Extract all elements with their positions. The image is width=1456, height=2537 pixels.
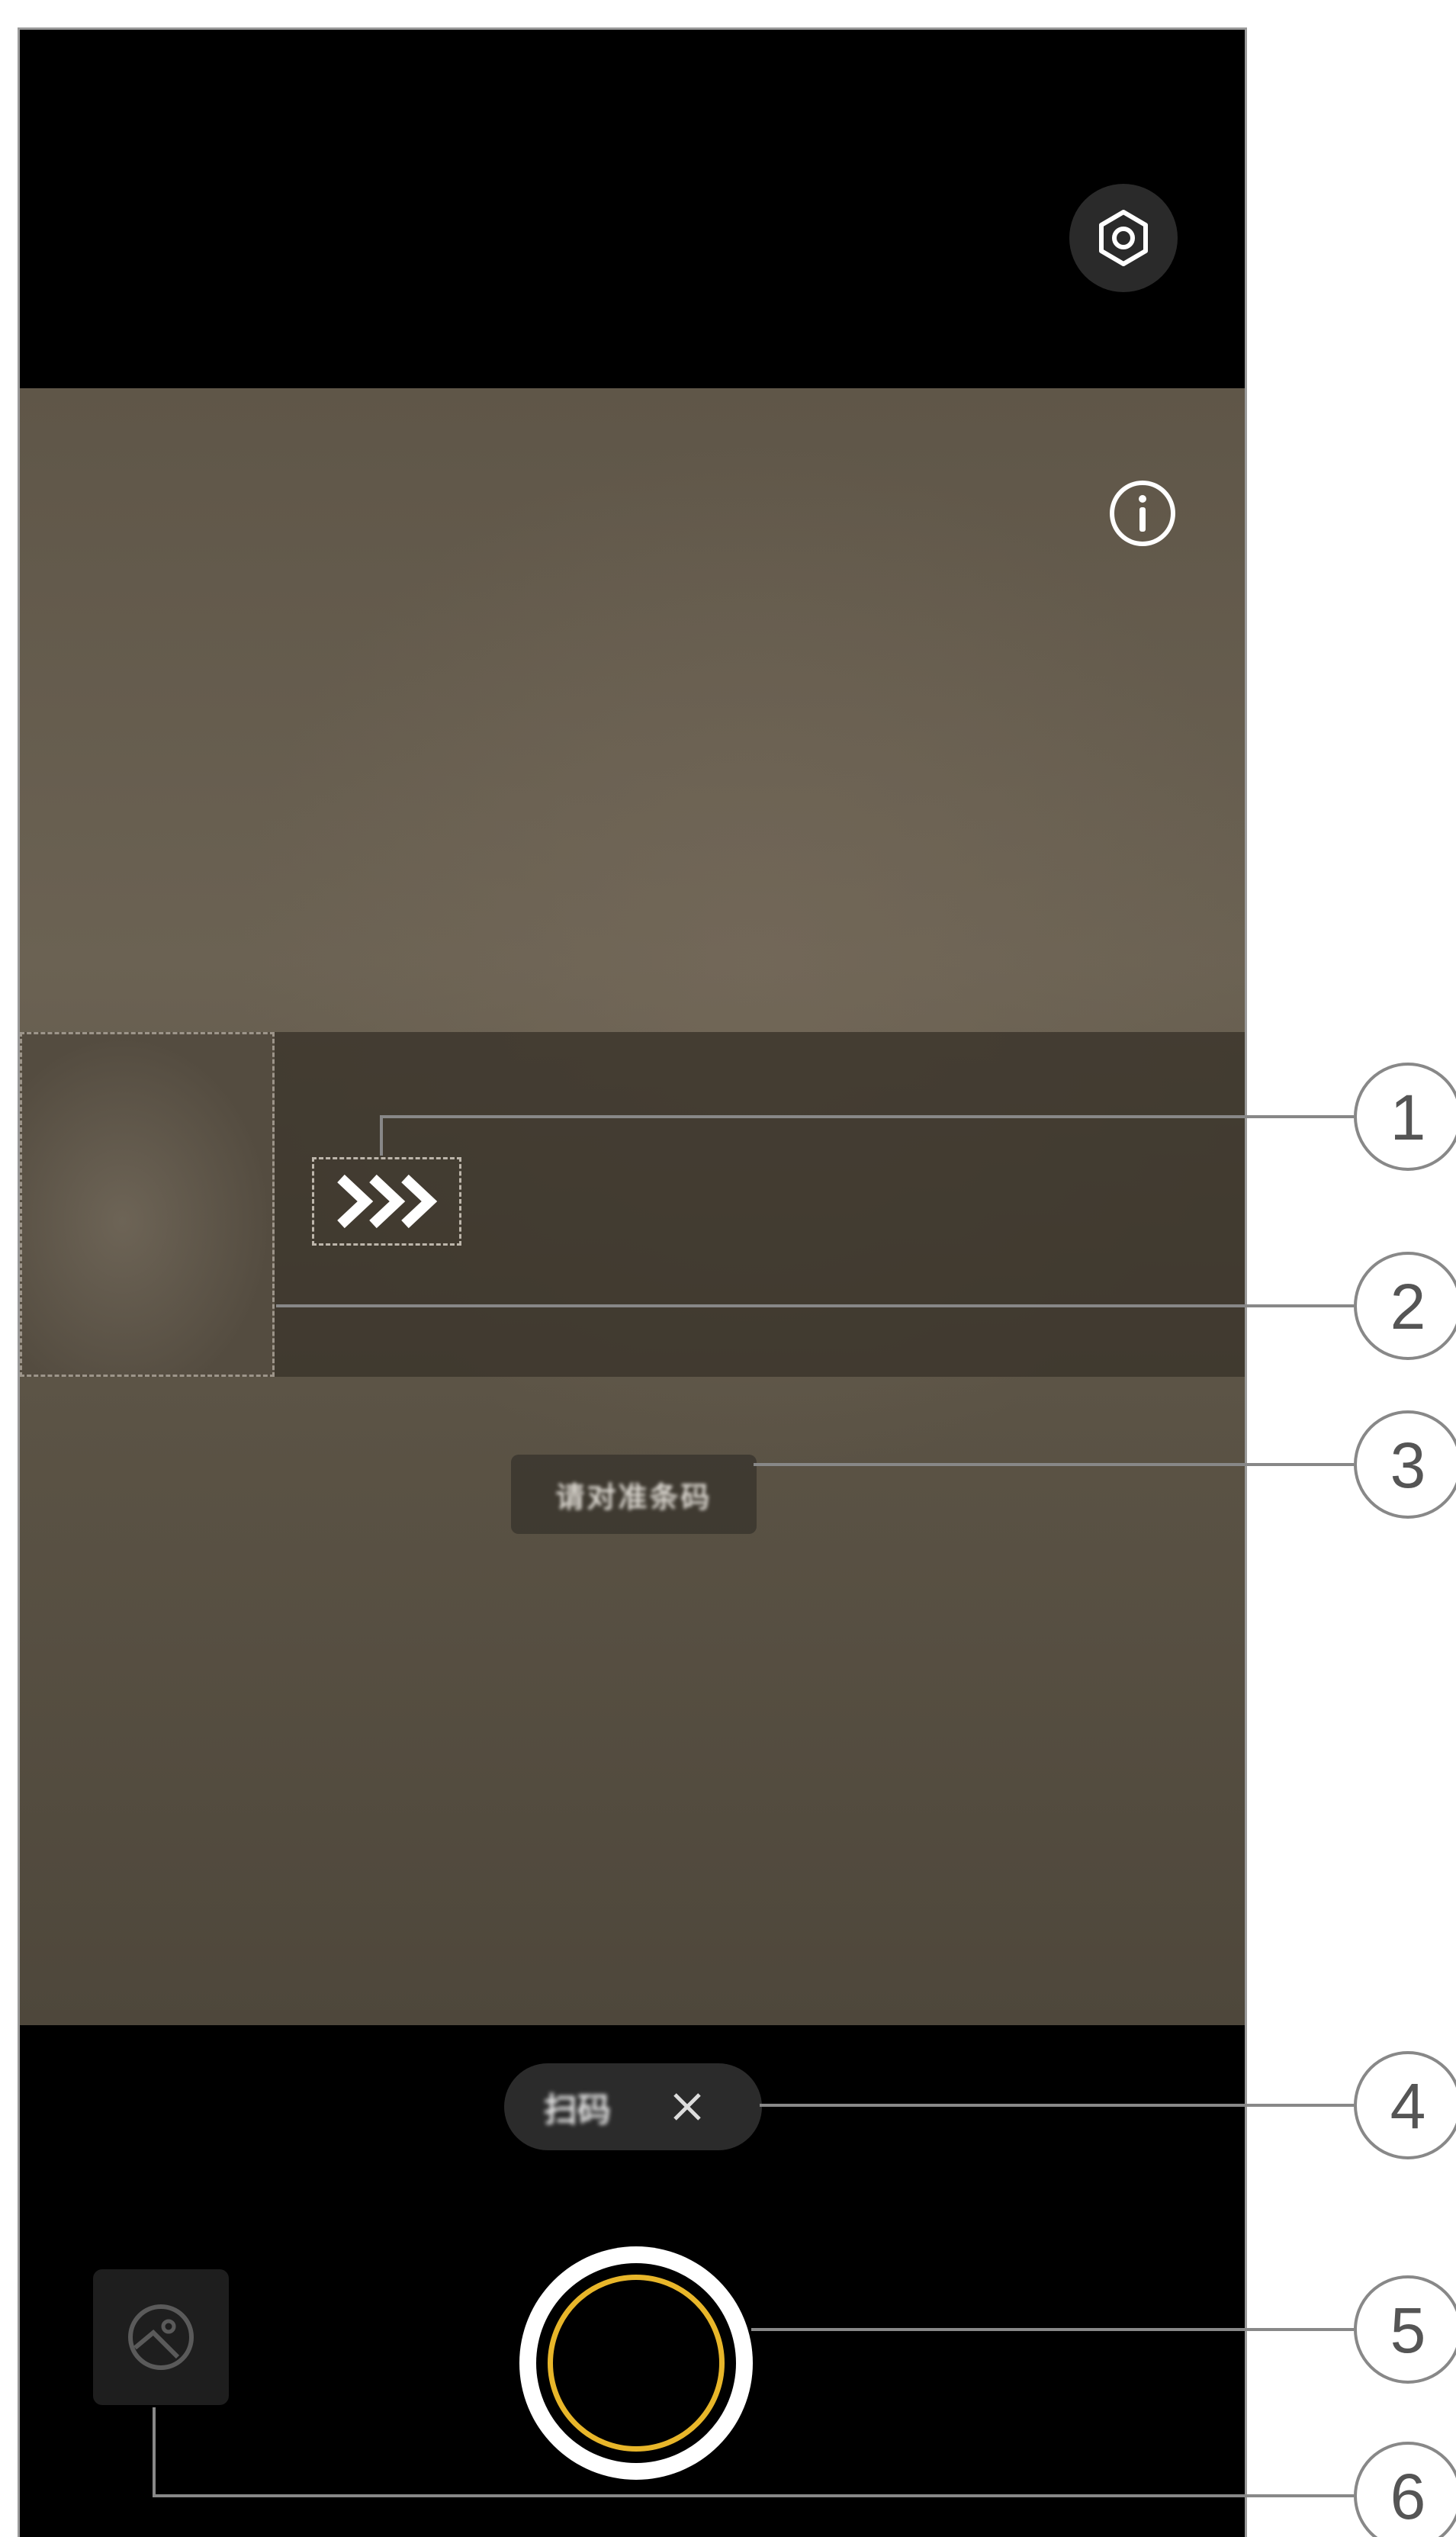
shutter-ring — [548, 2275, 725, 2452]
mode-chip-label: 扫码 — [544, 2092, 611, 2129]
callout-number: 1 — [1390, 1082, 1426, 1153]
scan-direction-indicator — [312, 1157, 461, 1246]
gallery-icon — [128, 2304, 194, 2370]
callout-circle-3 — [1354, 1410, 1456, 1519]
callout-number: 5 — [1390, 2294, 1426, 2366]
settings-button[interactable] — [1069, 184, 1178, 292]
callout-circle-4 — [1354, 2051, 1456, 2159]
top-bar — [20, 30, 1245, 388]
close-icon[interactable] — [670, 2090, 704, 2124]
gallery-button[interactable] — [93, 2269, 229, 2405]
scan-hint-text: 请对准条码 — [555, 1481, 712, 1514]
callout-circle-6 — [1354, 2442, 1456, 2537]
shutter-inner — [536, 2263, 736, 2463]
callout-number: 2 — [1390, 1271, 1426, 1342]
callout-circle-5 — [1354, 2275, 1456, 2384]
chevron-arrows-icon — [337, 1174, 438, 1229]
phone-screen: 请对准条码 扫码 — [18, 27, 1247, 2537]
info-button[interactable] — [1107, 478, 1178, 548]
scan-preview-frame — [20, 1032, 275, 1377]
callout-number: 3 — [1390, 1429, 1426, 1501]
bottom-bar: 扫码 — [20, 2025, 1245, 2537]
camera-viewfinder[interactable]: 请对准条码 — [20, 388, 1245, 2025]
scan-strip — [20, 1032, 1245, 1377]
callout-circle-1 — [1354, 1063, 1456, 1171]
mode-chip[interactable]: 扫码 — [504, 2063, 762, 2150]
callout-circle-2 — [1354, 1252, 1456, 1360]
shutter-button[interactable] — [519, 2246, 753, 2480]
callout-number: 6 — [1390, 2461, 1426, 2532]
callout-number: 4 — [1390, 2070, 1426, 2142]
info-icon — [1110, 481, 1175, 546]
settings-icon — [1099, 210, 1148, 266]
scan-hint-label: 请对准条码 — [511, 1455, 757, 1534]
